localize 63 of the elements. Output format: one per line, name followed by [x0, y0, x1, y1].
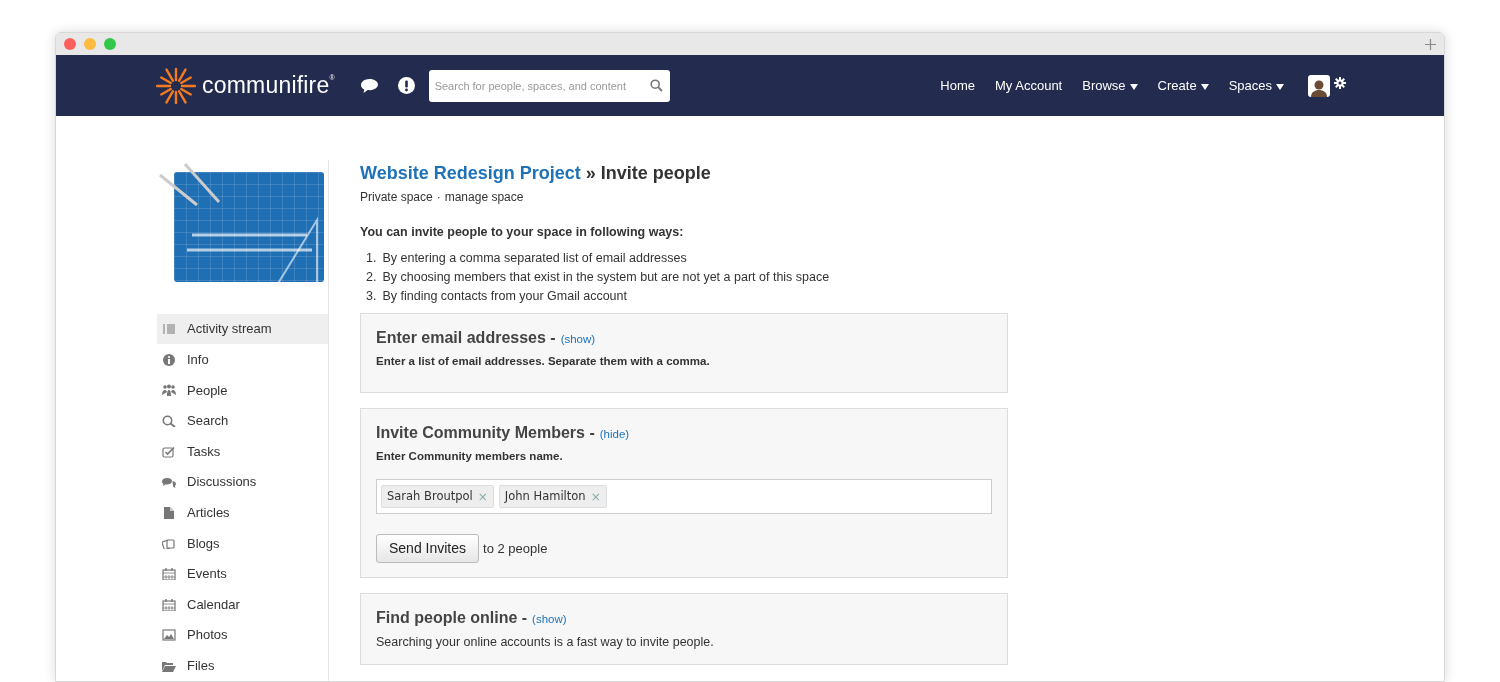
- chat-bubbles-icon: [162, 476, 176, 489]
- settings-icon[interactable]: [1334, 76, 1346, 89]
- list-number: 1.: [366, 249, 377, 267]
- search-icon: [162, 414, 176, 427]
- search-field[interactable]: Search for people, spaces, and content: [428, 69, 643, 102]
- sidebar-item[interactable]: Activity stream: [157, 313, 328, 345]
- tag-label: John Hamilton: [504, 488, 586, 506]
- info-icon: [162, 353, 176, 366]
- chat-bubble-icon[interactable]: [359, 77, 379, 94]
- sidebar-item[interactable]: Calendar: [157, 589, 328, 620]
- pages-icon: [162, 537, 176, 550]
- invite-count-text: to 2 people: [483, 540, 548, 558]
- folder-icon: [162, 659, 176, 672]
- avatar-silhouette-icon[interactable]: [1308, 74, 1330, 97]
- toggle-link[interactable]: (show): [560, 330, 596, 348]
- sunburst-logo-icon: [156, 65, 196, 106]
- sidebar-item[interactable]: Blogs: [157, 528, 328, 559]
- nav-link[interactable]: Browse: [1082, 75, 1138, 96]
- section-description: Enter a list of email addresses. Separate them with a comma.: [376, 353, 711, 369]
- nav-link[interactable]: Spaces: [1228, 75, 1284, 96]
- calendar-icon: [162, 598, 176, 611]
- intro-text: You can invite people to your space in following ways:: [360, 224, 685, 241]
- nav-link[interactable]: Home: [940, 75, 976, 96]
- picture-icon: [162, 629, 176, 642]
- list-item-text: By choosing members that exist in the system but are not yet a part of this space: [382, 268, 830, 286]
- search-icon: [649, 79, 663, 92]
- checkbox-icon: [162, 445, 176, 458]
- logo-text: communifire: [202, 71, 330, 101]
- list-item-text: By entering a comma separated list of email addresses: [382, 249, 687, 267]
- sidebar-item[interactable]: Tasks: [157, 436, 328, 467]
- space-title-link[interactable]: Website Redesign Project: [360, 160, 581, 187]
- list-number: 2.: [366, 268, 377, 286]
- space-type-label: Private space: [360, 189, 433, 206]
- section-title: Invite Community Members -: [376, 423, 595, 443]
- page-title: » Invite people: [585, 162, 711, 185]
- send-invites-button[interactable]: Send Invites: [376, 534, 480, 564]
- new-tab-icon[interactable]: [1425, 38, 1436, 50]
- sidebar-item[interactable]: Info: [157, 344, 328, 376]
- people-icon: [162, 384, 176, 397]
- calendar-icon: [162, 567, 176, 580]
- section-title: Enter email addresses -: [376, 327, 556, 348]
- section-description: Searching your online accounts is a fast way to invite people.: [376, 634, 715, 652]
- separator-dot: ·: [436, 189, 441, 206]
- list-number: 3.: [366, 287, 377, 305]
- toggle-link[interactable]: (show): [532, 611, 567, 629]
- search-button[interactable]: [642, 69, 670, 102]
- section-description: Enter Community members name.: [376, 449, 564, 464]
- nav-link[interactable]: Create: [1157, 75, 1209, 96]
- nav-link[interactable]: My Account: [995, 75, 1063, 96]
- sidebar-item[interactable]: Events: [157, 558, 328, 590]
- sidebar-item[interactable]: Discussions: [157, 466, 328, 498]
- sidebar-item[interactable]: Files: [157, 650, 328, 681]
- tag-label: Sarah Broutpol: [387, 488, 473, 506]
- section-title: Find people online -: [376, 608, 528, 629]
- document-icon: [162, 506, 176, 519]
- toggle-link[interactable]: (hide): [599, 426, 630, 444]
- sidebar-item[interactable]: Photos: [157, 619, 328, 651]
- sidebar-item[interactable]: People: [157, 375, 328, 406]
- list-item-text: By finding contacts from your Gmail account: [382, 287, 627, 305]
- sidebar-item[interactable]: Articles: [157, 497, 328, 529]
- manage-space-link[interactable]: manage space: [444, 188, 524, 206]
- alert-icon[interactable]: [397, 77, 415, 94]
- sidebar-item[interactable]: Search: [157, 405, 328, 437]
